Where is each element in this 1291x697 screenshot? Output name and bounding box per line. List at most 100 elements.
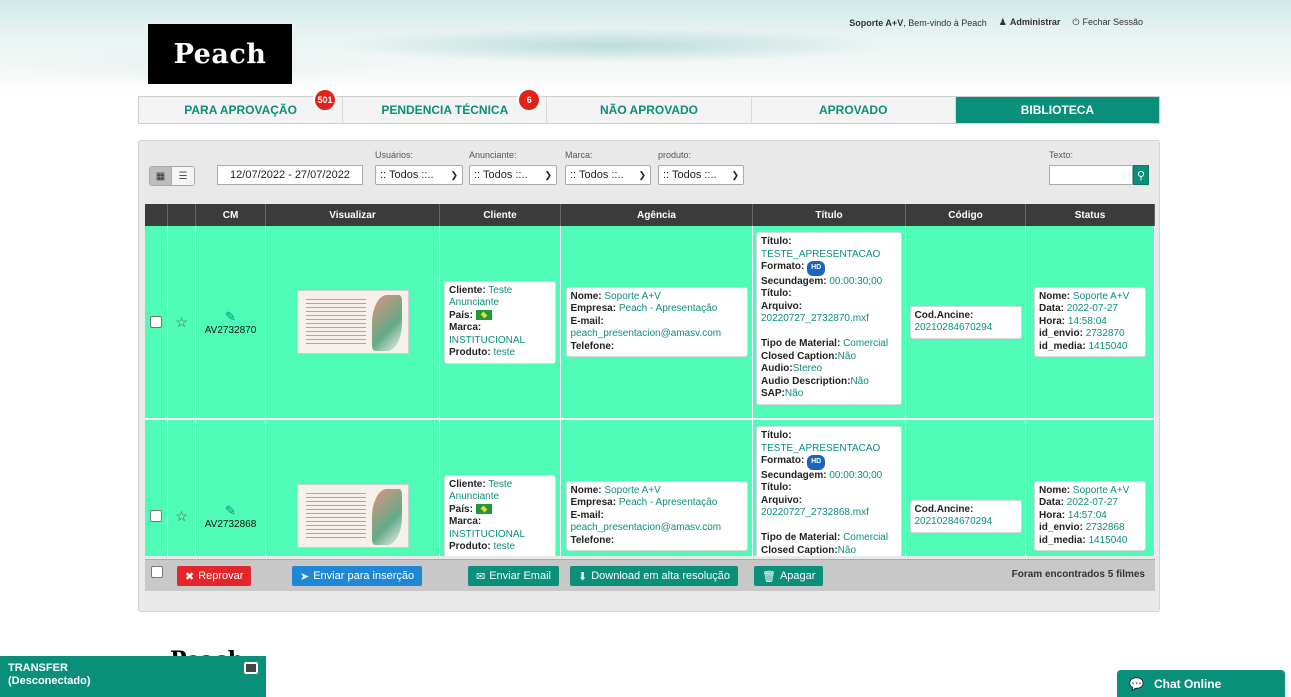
peach-logo[interactable]: Peach bbox=[148, 24, 292, 84]
thumbnail-graphic bbox=[371, 489, 402, 545]
id-envio-value: 2732870 bbox=[1085, 328, 1125, 340]
video-thumbnail[interactable] bbox=[296, 290, 409, 354]
tipo-value: Comercial bbox=[843, 532, 889, 543]
bulk-action-bar: ✖ Reprovar ➤ Enviar para inserção ✉ Enviar … bbox=[145, 559, 1155, 591]
preview-cell bbox=[266, 226, 440, 418]
row-checkbox[interactable] bbox=[150, 316, 162, 328]
closed-caption-label: Closed Caption: bbox=[761, 544, 838, 556]
cliente-cell: Cliente: Teste Anunciante País: Marca: I… bbox=[440, 226, 561, 418]
admin-link[interactable]: ♟ Administrar bbox=[999, 17, 1061, 28]
enviar-email-button[interactable]: ✉ Enviar Email bbox=[468, 566, 559, 586]
titulo-value: TESTE_APRESENTACAO bbox=[761, 442, 881, 454]
hora-value: 14:58:04 bbox=[1067, 315, 1107, 327]
chevron-down-icon: ❯ bbox=[544, 169, 552, 180]
transfer-status: (Desconectado) bbox=[8, 675, 91, 687]
results-count: Foram encontrados 5 filmes bbox=[1011, 569, 1145, 580]
chevron-down-icon: ❯ bbox=[638, 169, 646, 180]
marca-label: Marca: bbox=[449, 516, 482, 527]
select-all-checkbox[interactable] bbox=[151, 566, 163, 578]
logout-link[interactable]: ⏻ Fechar Sessão bbox=[1072, 17, 1143, 28]
chat-online-button[interactable]: 💬 Chat Online bbox=[1117, 670, 1285, 697]
view-toggle: ▦ ☰ bbox=[149, 166, 195, 186]
thumbnail-text-lines bbox=[305, 493, 366, 539]
id-media-label: id_media: bbox=[1039, 534, 1086, 546]
user-name: Soporte A+V bbox=[849, 17, 904, 28]
pais-label: País: bbox=[449, 309, 473, 321]
header-cm: CM bbox=[196, 204, 266, 226]
logout-label: Fechar Sessão bbox=[1082, 17, 1143, 27]
marca-label: Marca: bbox=[565, 150, 593, 160]
search-input[interactable] bbox=[1049, 165, 1133, 185]
secundagem-label: Secundagem: bbox=[761, 275, 827, 287]
produto-value: teste bbox=[493, 541, 516, 552]
id-envio-value: 2732868 bbox=[1085, 522, 1125, 534]
data-label: Data: bbox=[1039, 303, 1065, 315]
titulo-label: Título: bbox=[761, 288, 792, 299]
edit-icon[interactable]: ✎ bbox=[225, 503, 236, 519]
cliente-label: Cliente: bbox=[449, 478, 486, 490]
grid-view-icon[interactable]: ▦ bbox=[150, 167, 172, 185]
search-icon[interactable]: ⚲ bbox=[1133, 165, 1149, 185]
hd-badge: HD bbox=[807, 261, 826, 276]
audio-label: Audio: bbox=[761, 363, 793, 374]
agencia-card: Nome: Soporte A+V Empresa: Peach - Apres… bbox=[565, 480, 748, 552]
star-icon[interactable]: ☆ bbox=[175, 508, 188, 525]
anunciante-select[interactable]: :: Todos ::.. ❯ bbox=[469, 165, 557, 185]
titulo-label: Título: bbox=[761, 482, 792, 493]
ancine-value: 20210284670294 bbox=[914, 516, 993, 527]
reprovar-button[interactable]: ✖ Reprovar bbox=[177, 566, 252, 586]
thumbnail-text-lines bbox=[305, 299, 366, 345]
produto-select[interactable]: :: Todos ::.. ❯ bbox=[658, 165, 744, 185]
enviar-insercao-button[interactable]: ➤ Enviar para inserção bbox=[292, 566, 423, 586]
nome-label: Nome: bbox=[1039, 290, 1071, 302]
texto-label: Texto: bbox=[1049, 150, 1074, 160]
tab-aprovado[interactable]: APROVADO bbox=[752, 97, 956, 123]
row-checkbox[interactable] bbox=[150, 510, 162, 522]
library-panel: ▦ ☰ 12/07/2022 - 27/07/2022 Usuários: ::… bbox=[138, 140, 1160, 612]
video-thumbnail[interactable] bbox=[296, 484, 409, 548]
star-icon[interactable]: ☆ bbox=[175, 314, 188, 331]
empresa-label: Empresa: bbox=[570, 497, 617, 509]
tipo-value: Comercial bbox=[843, 338, 889, 349]
transfer-widget[interactable]: TRANSFER (Desconectado) bbox=[0, 656, 266, 697]
agencia-cell: Nome: Soporte A+V Empresa: Peach - Apres… bbox=[561, 226, 753, 418]
produto-label: Produto: bbox=[449, 541, 491, 552]
produto-label: Produto: bbox=[449, 347, 491, 358]
header-codigo: Código bbox=[906, 204, 1026, 226]
user-icon: ♟ bbox=[998, 17, 1007, 27]
hora-label: Hora: bbox=[1039, 315, 1066, 327]
tab-nao-aprovado[interactable]: NÃO APROVADO bbox=[547, 97, 752, 123]
id-envio-label: id_envio: bbox=[1039, 522, 1083, 534]
download-button[interactable]: ⬇ Download em alta resolução bbox=[570, 566, 739, 586]
nome-label: Nome: bbox=[570, 484, 602, 496]
telefone-label: Telefone: bbox=[570, 340, 615, 352]
apagar-button[interactable]: 🗑 Apagar bbox=[754, 566, 824, 586]
marca-value: INSTITUCIONAL bbox=[449, 334, 526, 346]
hora-label: Hora: bbox=[1039, 509, 1066, 521]
formato-label: Formato: bbox=[761, 261, 805, 272]
power-icon: ⏻ bbox=[1072, 17, 1080, 27]
audio-description-value: Não bbox=[850, 375, 869, 387]
filter-bar: ▦ ☰ 12/07/2022 - 27/07/2022 Usuários: ::… bbox=[139, 141, 1159, 201]
date-range-input[interactable]: 12/07/2022 - 27/07/2022 bbox=[217, 165, 363, 185]
header-cliente: Cliente bbox=[440, 204, 561, 226]
marca-label: Marca: bbox=[449, 322, 482, 333]
button-label: Download em alta resolução bbox=[591, 570, 731, 582]
tab-pendencia-tecnica[interactable]: PENDENCIA TÉCNICA 6 bbox=[343, 88, 548, 123]
tab-para-aprovacao[interactable]: PARA APROVAÇÃO 501 bbox=[139, 88, 344, 123]
minimize-icon[interactable] bbox=[244, 662, 258, 674]
list-view-icon[interactable]: ☰ bbox=[172, 167, 194, 185]
tipo-label: Tipo de Material: bbox=[761, 532, 841, 543]
closed-caption-value: Não bbox=[837, 350, 857, 362]
tab-biblioteca[interactable]: BIBLIOTECA bbox=[955, 97, 1160, 123]
edit-icon[interactable]: ✎ bbox=[225, 309, 236, 325]
marca-select[interactable]: :: Todos ::.. ❯ bbox=[565, 165, 651, 185]
count-badge: 6 bbox=[517, 88, 542, 112]
top-user-bar: Soporte A+V, Bem-vindo à Peach ♟ Administ… bbox=[849, 17, 1143, 28]
status-card: Nome: Soporte A+V Data: 2022-07-27 Hora:… bbox=[1034, 480, 1146, 552]
tab-label: PENDENCIA TÉCNICA bbox=[381, 103, 509, 117]
nome-value: Soporte A+V bbox=[1072, 290, 1130, 302]
usuarios-select[interactable]: :: Todos ::.. ❯ bbox=[375, 165, 463, 185]
cliente-card: Cliente: Teste Anunciante País: Marca: I… bbox=[444, 474, 556, 556]
codigo-card: Cod.Ancine: 20210284670294 bbox=[909, 499, 1022, 533]
